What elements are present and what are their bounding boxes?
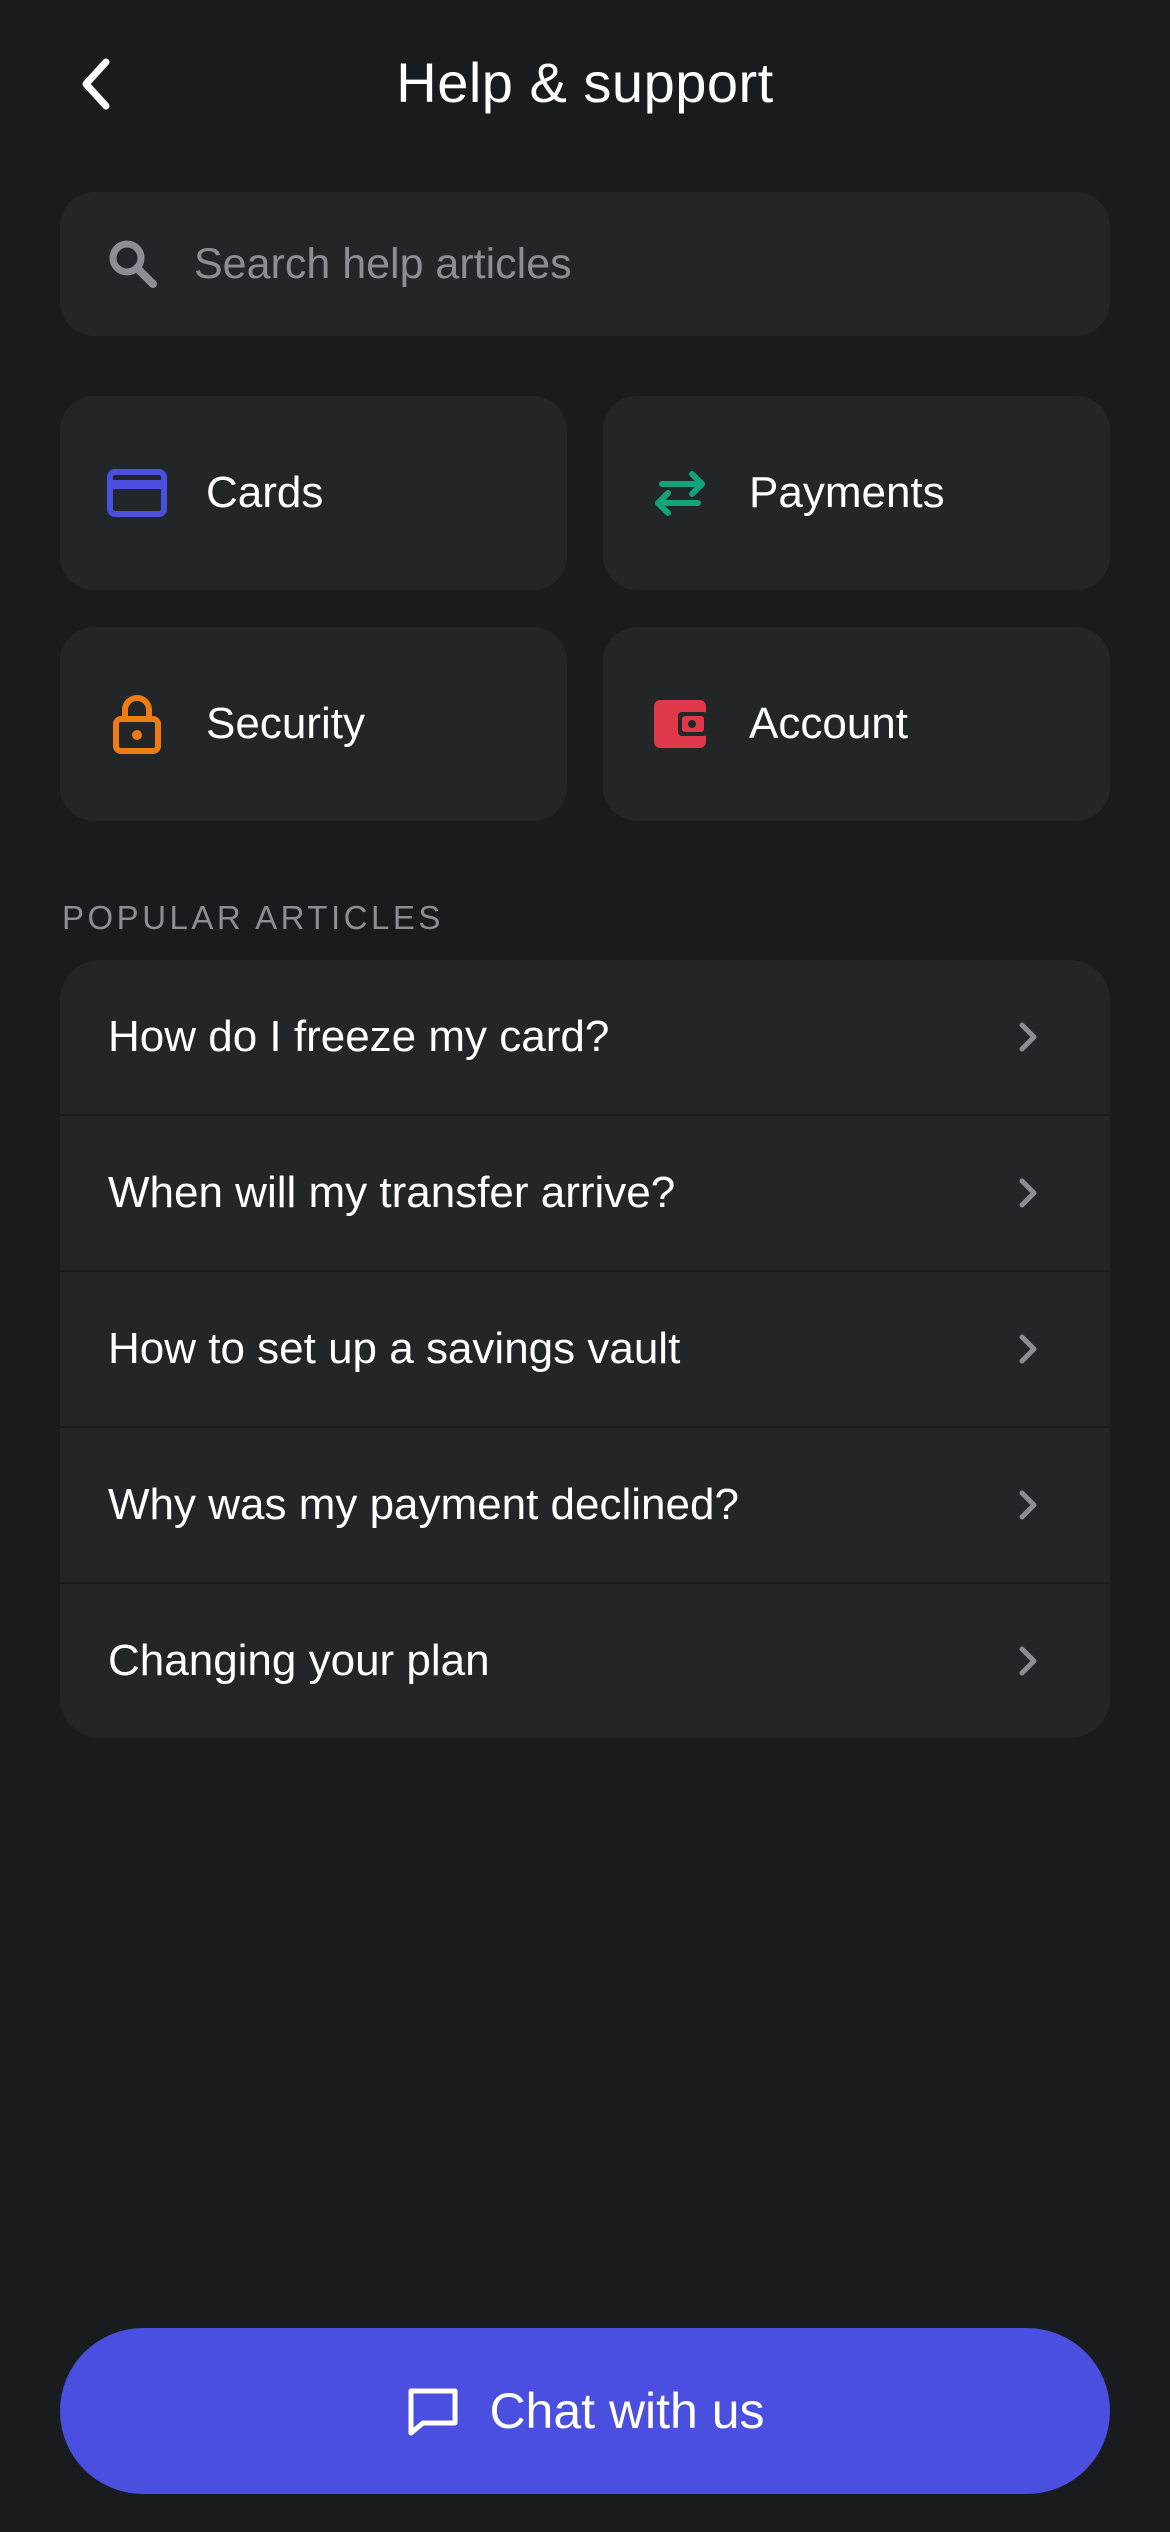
article-title: Why was my payment declined? [108,1480,739,1529]
category-cards[interactable]: Cards [60,396,567,590]
search-input[interactable] [194,214,1110,314]
article-title: How do I freeze my card? [108,1012,610,1061]
popular-articles-list: How do I freeze my card? When will my tr… [60,960,1110,1738]
article-row[interactable]: When will my transfer arrive? [60,1114,1110,1270]
chevron-right-icon [1008,1173,1048,1213]
category-account[interactable]: Account [603,627,1110,821]
chevron-right-icon [1008,1641,1048,1681]
category-label: Cards [206,468,324,517]
credit-card-icon [106,462,168,524]
search-bar[interactable] [60,192,1110,336]
category-label: Account [749,699,908,748]
category-security[interactable]: Security [60,627,567,821]
article-title: When will my transfer arrive? [108,1168,676,1217]
chevron-right-icon [1008,1329,1048,1369]
header: Help & support [0,0,1170,170]
article-row[interactable]: Why was my payment declined? [60,1426,1110,1582]
category-label: Security [206,699,365,748]
article-row[interactable]: How do I freeze my card? [60,960,1110,1114]
category-payments[interactable]: Payments [603,396,1110,590]
chevron-right-icon [1008,1485,1048,1525]
chat-button-label: Chat with us [489,2383,765,2439]
padlock-icon [106,693,168,755]
page-title: Help & support [396,51,774,114]
chat-with-us-button[interactable]: Chat with us [60,2328,1110,2494]
article-row[interactable]: How to set up a savings vault [60,1270,1110,1426]
chevron-right-icon [1008,1017,1048,1057]
article-title: How to set up a savings vault [108,1324,681,1373]
article-row[interactable]: Changing your plan [60,1582,1110,1738]
article-title: Changing your plan [108,1636,490,1685]
wallet-icon [649,693,711,755]
transfer-arrows-icon [649,462,711,524]
section-title: POPULAR ARTICLES [62,899,444,936]
category-label: Payments [749,468,945,517]
chat-bubble-icon [405,2383,461,2439]
search-icon [106,237,160,291]
